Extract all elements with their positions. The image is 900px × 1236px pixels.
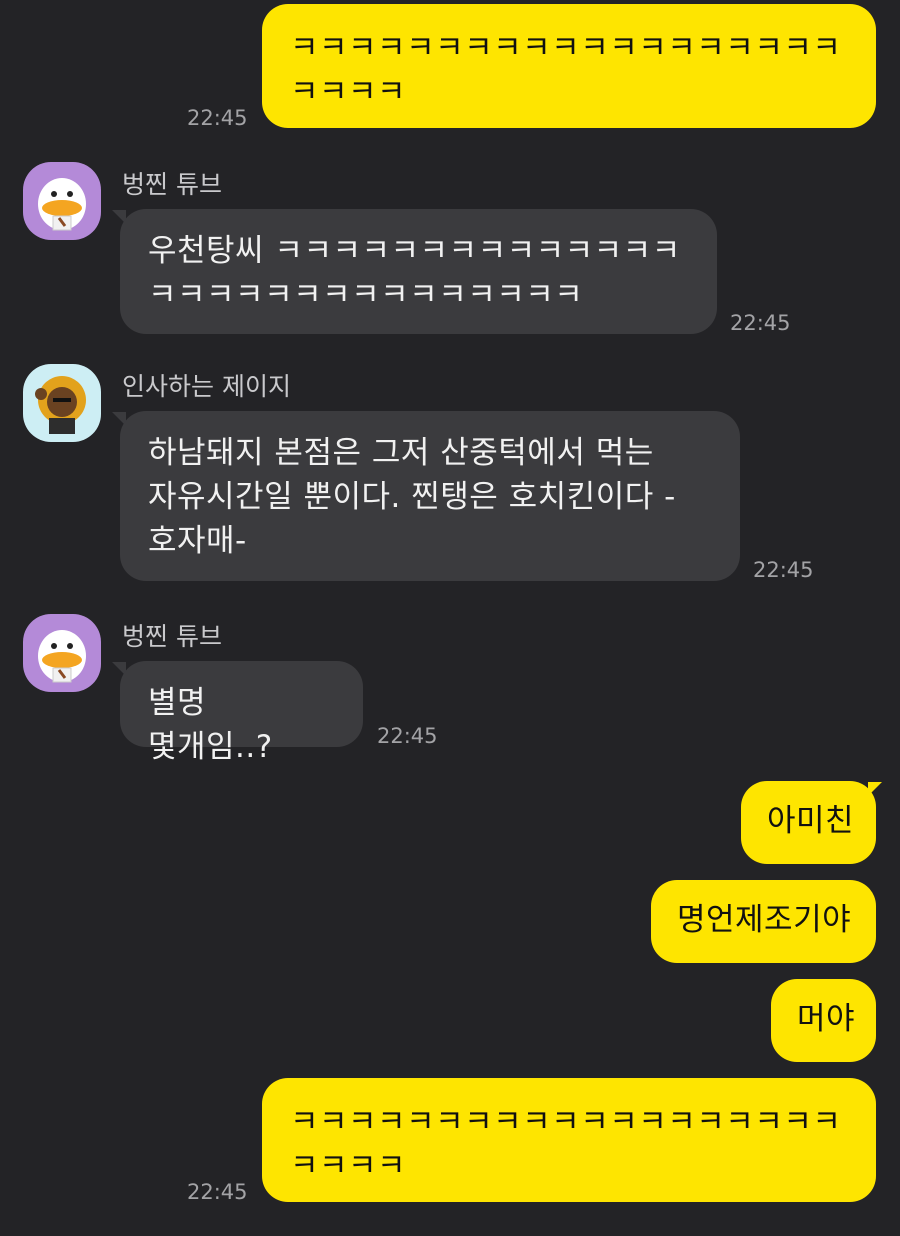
- avatar[interactable]: [23, 614, 101, 692]
- message-time: 22:45: [730, 311, 791, 335]
- message-time: 22:45: [753, 558, 814, 582]
- sender-name: 벙찐 튜브: [122, 622, 222, 651]
- tube-duck-avatar-icon: [38, 178, 86, 231]
- my-message-bubble[interactable]: 아미친: [741, 781, 876, 864]
- my-message-bubble[interactable]: 머야: [771, 979, 876, 1062]
- their-message-bubble[interactable]: 별명 몇개임..?: [120, 661, 363, 765]
- their-message-bubble[interactable]: 하남돼지 본점은 그저 산중턱에서 먹는 자유시간일 뿐이다. 찐탱은 호치킨이…: [120, 411, 740, 581]
- my-message-bubble[interactable]: ㅋㅋㅋㅋㅋㅋㅋㅋㅋㅋㅋㅋㅋㅋㅋㅋㅋㅋㅋ ㅋㅋㅋㅋ: [262, 4, 876, 128]
- my-message-bubble[interactable]: 명언제조기야: [651, 880, 876, 963]
- message-time: 22:45: [187, 106, 248, 130]
- sender-name: 벙찐 튜브: [122, 170, 222, 199]
- message-time: 22:45: [377, 724, 438, 748]
- avatar[interactable]: [23, 162, 101, 240]
- sender-name: 인사하는 제이지: [122, 372, 291, 401]
- tube-duck-avatar-icon: [38, 630, 86, 683]
- message-time: 22:45: [187, 1180, 248, 1204]
- avatar[interactable]: [23, 364, 101, 442]
- my-message-bubble[interactable]: ㅋㅋㅋㅋㅋㅋㅋㅋㅋㅋㅋㅋㅋㅋㅋㅋㅋㅋㅋ ㅋㅋㅋㅋ: [262, 1078, 876, 1202]
- jay-g-avatar-icon: [35, 376, 86, 434]
- their-message-bubble[interactable]: 우천탕씨 ㅋㅋㅋㅋㅋㅋㅋㅋㅋㅋㅋㅋㅋㅋ ㅋㅋㅋㅋㅋㅋㅋㅋㅋㅋㅋㅋㅋㅋㅋ: [120, 209, 717, 334]
